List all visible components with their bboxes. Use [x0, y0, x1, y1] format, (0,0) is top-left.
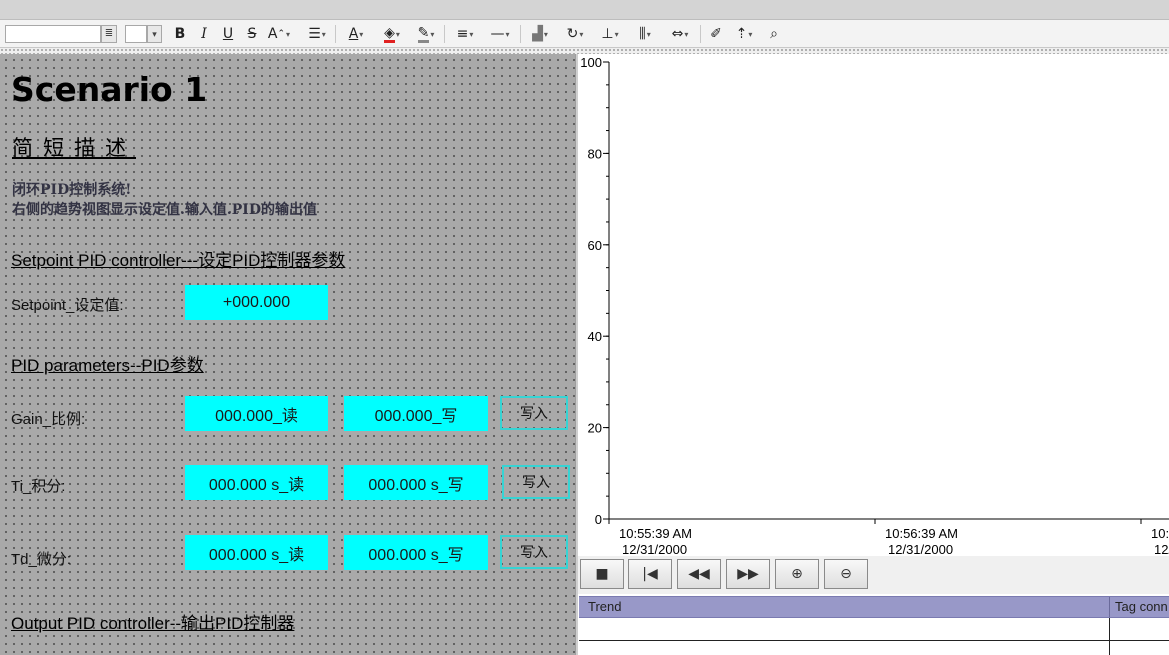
rotate-icon: ↻: [566, 26, 579, 42]
font-color-icon: A: [348, 26, 359, 42]
brush-icon: ✐: [710, 26, 722, 42]
rotate-button[interactable]: ↻ ▾: [560, 24, 590, 44]
description-text: 闭环PID控制系统! 右侧的趋势视图显示设定值.输入值.PID的输出值: [12, 180, 317, 220]
toolbar-separator: [700, 25, 701, 43]
toolbar-separator: [444, 25, 445, 43]
fill-color-button[interactable]: ◈ ▾: [377, 24, 407, 44]
screen-canvas: Scenario 1 简短描述 闭环PID控制系统! 右侧的趋势视图显示设定值.…: [0, 54, 575, 655]
line-style-button[interactable]: — ▾: [485, 24, 515, 44]
strikethrough-button[interactable]: S: [244, 24, 260, 44]
y-tick-label: 60: [588, 238, 602, 253]
line-width-button[interactable]: ≡ ▾: [450, 24, 480, 44]
first-record-button[interactable]: |◀: [628, 559, 672, 589]
zoom-button[interactable]: ⌕: [764, 24, 784, 44]
bold-button[interactable]: B: [172, 24, 188, 44]
x-tick-date-label: 12/31/2000: [1154, 542, 1169, 556]
description-line-1: 闭环PID控制系统!: [12, 182, 132, 198]
first-record-icon: |◀: [642, 566, 658, 582]
ti-read-field[interactable]: 000.000 s_读: [185, 465, 328, 500]
next-button[interactable]: ▶▶: [726, 559, 770, 589]
table-column-line: [1109, 618, 1110, 655]
font-name-dropdown-button[interactable]: ≣: [101, 25, 117, 43]
td-write-field[interactable]: 000.000 s_写: [344, 535, 488, 570]
underline-button[interactable]: U: [220, 24, 236, 44]
x-tick-date-label: 12/31/2000: [888, 542, 953, 556]
zoom-in-icon: ⊕: [791, 566, 803, 582]
y-tick-label: 100: [580, 55, 602, 70]
tag-connection-column-header[interactable]: Tag conn: [1109, 597, 1169, 617]
trend-chart: 02040608010010:55:39 AM12/31/200010:56:3…: [580, 55, 1169, 556]
distribute-button[interactable]: ⫼ ▾: [630, 24, 660, 44]
ti-write-button[interactable]: 写入: [502, 465, 570, 499]
gain-write-field[interactable]: 000.000_写: [344, 396, 488, 431]
align-objects-icon: ⊥: [601, 26, 614, 42]
font-grow-label: A: [267, 26, 278, 42]
x-tick-time-label: 10:55:39 AM: [619, 526, 692, 541]
fast-forward-icon: ▶▶: [737, 566, 759, 582]
ti-write-field[interactable]: 000.000 s_写: [344, 465, 488, 500]
table-row-line: [579, 640, 1169, 641]
align-button[interactable]: ☰ ▾: [302, 24, 332, 44]
italic-button[interactable]: I: [196, 24, 212, 44]
magnifier-icon: ⌕: [770, 26, 778, 42]
trend-toolbar: ■ |◀ ◀◀ ▶▶ ⊕ ⊖: [578, 556, 1169, 594]
arrow-up-icon: ⇡: [735, 26, 748, 42]
y-tick-label: 0: [595, 512, 602, 527]
size-button[interactable]: ⇔ ▾: [665, 24, 695, 44]
font-size-dropdown-button[interactable]: ▾: [147, 25, 162, 43]
same-size-icon: ⇔: [671, 26, 684, 42]
previous-button[interactable]: ◀◀: [677, 559, 721, 589]
font-size-input[interactable]: [125, 25, 147, 43]
align-objects-button[interactable]: ⊥ ▾: [595, 24, 625, 44]
distribute-icon: ⫼: [639, 26, 646, 42]
zoom-out-button[interactable]: ⊖: [824, 559, 868, 589]
td-label: Td_微分:: [11, 551, 72, 568]
trend-table-header: Trend Tag conn: [579, 596, 1169, 618]
layer-icon: ▟: [532, 26, 543, 42]
gain-label: Gain_比例:: [11, 411, 86, 428]
page-title: Scenario 1: [11, 70, 208, 109]
line-width-icon: ≡: [456, 26, 469, 42]
font-grow-button[interactable]: A ⌃ ▾: [266, 24, 292, 44]
gain-write-button[interactable]: 写入: [500, 396, 568, 430]
td-read-field[interactable]: 000.000 s_读: [185, 535, 328, 570]
gain-read-field[interactable]: 000.000_读: [185, 396, 328, 431]
toolbar-separator: [520, 25, 521, 43]
x-tick-time-label: 10:57:39 AM: [1151, 526, 1169, 541]
stop-icon: ■: [595, 566, 609, 582]
x-tick-time-label: 10:56:39 AM: [885, 526, 958, 541]
setpoint-io-field[interactable]: +000.000: [185, 285, 328, 320]
stop-button[interactable]: ■: [580, 559, 624, 589]
toolbar-separator: [335, 25, 336, 43]
x-tick-date-label: 12/31/2000: [622, 542, 687, 556]
y-tick-label: 80: [588, 146, 602, 161]
trend-table: Trend Tag conn: [578, 594, 1169, 655]
pencil-icon: ✎: [417, 24, 430, 43]
description-title: 简短描述: [12, 136, 136, 160]
setpoint-section-title: Setpoint PID controller---设定PID控制器参数: [11, 251, 346, 270]
brush-button[interactable]: ✐: [706, 24, 726, 44]
pid-parameters-section-title: PID parameters--PID参数: [11, 356, 204, 375]
line-color-button[interactable]: ✎ ▾: [411, 24, 441, 44]
layer-button[interactable]: ▟ ▾: [525, 24, 555, 44]
font-color-button[interactable]: A ▾: [341, 24, 371, 44]
output-section-title: Output PID controller--输出PID控制器: [11, 614, 295, 633]
window-title-strip: [0, 0, 1169, 20]
font-name-input[interactable]: [5, 25, 101, 43]
trend-column-header[interactable]: Trend: [583, 597, 1103, 617]
zoom-in-button[interactable]: ⊕: [775, 559, 819, 589]
td-write-button[interactable]: 写入: [500, 535, 568, 569]
paint-bucket-icon: ◈: [384, 24, 395, 43]
line-style-icon: —: [490, 26, 505, 42]
y-tick-label: 40: [588, 329, 602, 344]
order-button[interactable]: ⇡ ▾: [729, 24, 759, 44]
format-toolbar: ≣ ▾ B I U S A ⌃ ▾ ☰ ▾ A ▾ ◈ ▾ ✎ ▾ ≡ ▾ — ▾ ▟ ▾ ↻ ▾ …: [0, 20, 1169, 48]
ti-label: Ti_积分:: [11, 478, 66, 495]
zoom-out-icon: ⊖: [840, 566, 852, 582]
rewind-icon: ◀◀: [688, 566, 710, 582]
align-left-icon: ☰: [308, 26, 321, 42]
y-tick-label: 20: [588, 421, 602, 436]
description-line-2: 右侧的趋势视图显示设定值.输入值.PID的输出值: [12, 202, 317, 218]
setpoint-label: Setpoint_设定值:: [11, 297, 124, 314]
